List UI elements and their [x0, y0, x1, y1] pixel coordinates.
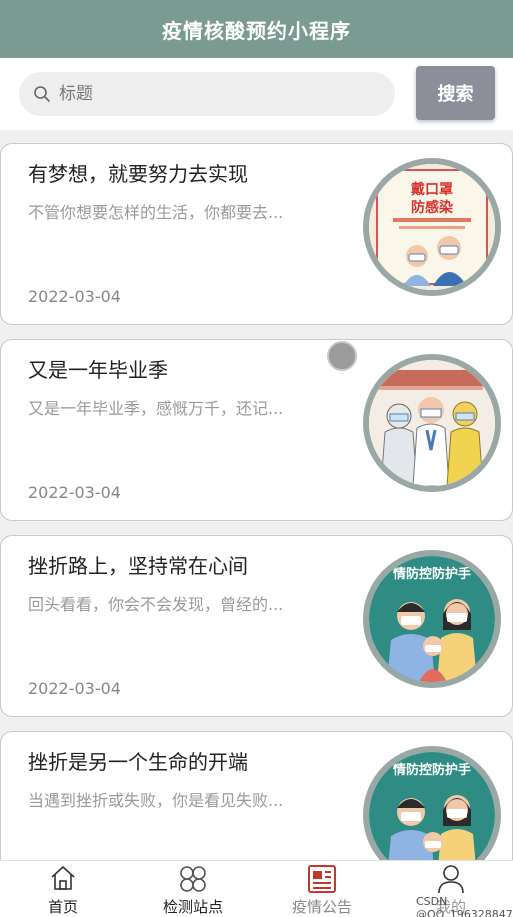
article-card[interactable]: 挫折路上，坚持常在心间 回头看看，你会不会发现，曾经的... 2022-03-0…	[0, 535, 513, 717]
tab-home[interactable]: 首页	[13, 861, 113, 917]
tab-home-label: 首页	[47, 898, 78, 916]
floating-touch-indicator	[327, 341, 357, 371]
tab-sites[interactable]: 检测站点	[143, 861, 243, 917]
article-date: 2022-03-04	[28, 287, 121, 306]
article-date: 2022-03-04	[28, 679, 121, 698]
mask-poster-illustration: 戴口罩 防感染	[369, 164, 495, 290]
app-title-bar: 疫情核酸预约小程序	[0, 0, 513, 58]
article-summary: 回头看看，你会不会发现，曾经的...	[28, 595, 284, 614]
family-masks-illustration: 情防控防护手	[369, 556, 495, 682]
home-icon	[51, 866, 75, 890]
article-list[interactable]: 有梦想，就要努力去实现 不管你想要怎样的生活，你都要去... 2022-03-0…	[0, 130, 513, 860]
article-title: 有梦想，就要努力去实现	[28, 162, 248, 186]
article-thumbnail	[363, 354, 501, 492]
article-summary: 当遇到挫折或失败，你是看见失败...	[28, 791, 284, 810]
article-title: 又是一年毕业季	[28, 358, 168, 382]
poster-heading-1: 戴口罩	[411, 181, 453, 198]
watermark: CSDN @QQ_1963288475	[414, 895, 513, 917]
article-card[interactable]: 又是一年毕业季 又是一年毕业季，感慨万千，还记... 2022-03-04	[0, 339, 513, 521]
search-icon	[34, 86, 50, 102]
article-title: 挫折路上，坚持常在心间	[28, 554, 248, 578]
article-card[interactable]: 挫折是另一个生命的开端 当遇到挫折或失败，你是看见失败... 情防控防护手	[0, 731, 513, 860]
tab-announcements[interactable]: 疫情公告	[272, 861, 372, 917]
family-masks-illustration: 情防控防护手	[369, 752, 495, 860]
user-icon	[438, 865, 464, 894]
article-thumbnail: 情防控防护手	[363, 746, 501, 860]
poster-heading-2: 防感染	[411, 199, 454, 216]
news-icon	[308, 865, 336, 893]
poster-heading: 情防控防护手	[393, 762, 471, 778]
article-title: 挫折是另一个生命的开端	[28, 750, 248, 774]
poster-heading: 情防控防护手	[393, 566, 471, 582]
medical-staff-illustration	[369, 360, 495, 486]
article-date: 2022-03-04	[28, 483, 121, 502]
search-bar: 搜索	[0, 58, 513, 130]
article-card[interactable]: 有梦想，就要努力去实现 不管你想要怎样的生活，你都要去... 2022-03-0…	[0, 143, 513, 325]
article-thumbnail: 情防控防护手	[363, 550, 501, 688]
search-input[interactable]	[59, 84, 359, 104]
article-thumbnail: 戴口罩 防感染	[363, 158, 501, 296]
article-summary: 不管你想要怎样的生活，你都要去...	[28, 203, 284, 222]
tab-sites-label: 检测站点	[162, 898, 223, 916]
search-field[interactable]	[19, 72, 395, 116]
article-summary: 又是一年毕业季，感慨万千，还记...	[28, 399, 284, 418]
grid-icon	[180, 866, 206, 892]
app-title: 疫情核酸预约小程序	[162, 18, 351, 43]
tab-announcements-label: 疫情公告	[291, 898, 352, 916]
search-button[interactable]: 搜索	[416, 66, 495, 120]
